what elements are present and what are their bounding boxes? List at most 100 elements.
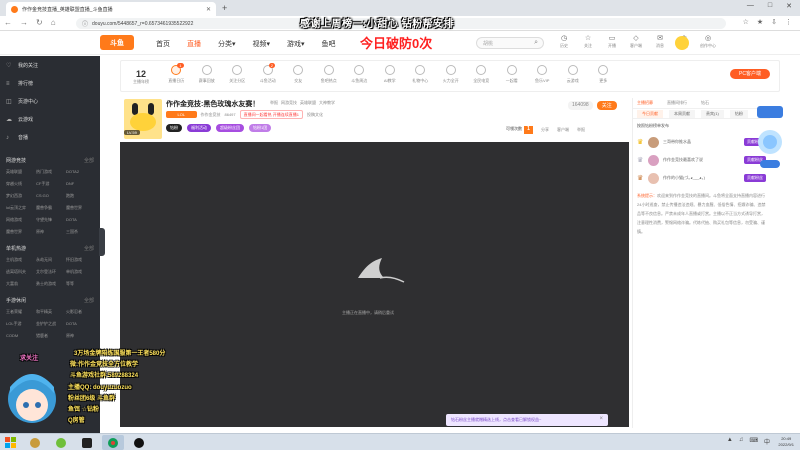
taskbar-app-2[interactable] [50, 435, 72, 450]
new-tab-button[interactable]: + [222, 3, 227, 13]
pc-client-button[interactable]: PC客户端 [730, 69, 770, 79]
sidebar-category-item[interactable]: DNF [66, 181, 94, 187]
ime-icon[interactable]: 中 [764, 437, 770, 446]
sidebar-category-item[interactable]: CF手游 [36, 181, 64, 187]
sidebar-category-item[interactable]: 原神 [66, 333, 94, 339]
windows-start-icon[interactable] [4, 436, 18, 449]
message-button[interactable]: ✉ 消息 [648, 35, 672, 49]
share-culture-link[interactable]: 投稿文化 [307, 112, 323, 118]
category-item[interactable]: AI教学 [375, 65, 406, 84]
search-input[interactable]: 胡桃 ⌕ [476, 37, 544, 49]
sidebar-collapse-handle[interactable] [99, 228, 105, 256]
rank-row[interactable]: ♛ 三哥带你推水晶 贡献粉丝 [633, 133, 770, 151]
nav-live[interactable]: 直播 [187, 39, 201, 49]
sidebar-item-music[interactable]: ♪ 音播 [6, 134, 94, 142]
rank-row[interactable]: ♛ 作作的小猫(づ｡◕‿‿◕｡) 贡献粉丝 [633, 169, 770, 187]
category-item[interactable]: 赛事回放 [192, 65, 223, 84]
extension-icon[interactable]: ★ [757, 18, 763, 26]
breadcrumb-item[interactable]: 大神教学 [319, 100, 335, 106]
broadcast-button[interactable]: ▭ 开播 [600, 35, 624, 49]
rank-user-name[interactable]: 作作金竞技最喜欢了说 [663, 157, 740, 163]
sidebar-category-item[interactable]: lol云顶之弈 [6, 205, 34, 211]
report-button[interactable]: 举报 [577, 127, 585, 133]
category-item[interactable]: 关注分区 [222, 65, 253, 84]
activity-tag[interactable]: 直播间一起看热 开播连续直播1 [239, 110, 303, 119]
tab-vip[interactable]: 贵宾(1) [701, 109, 724, 118]
avatar[interactable] [648, 154, 659, 166]
download-icon[interactable]: ⇩ [771, 18, 777, 26]
section-more-link[interactable]: 全部 [84, 245, 94, 252]
sidebar-category-item[interactable]: 三国杀 [66, 229, 94, 235]
reload-icon[interactable]: ↻ [36, 18, 43, 27]
client-button[interactable]: ◇ 客户端 [624, 35, 648, 49]
diamond-fan-tip[interactable]: 钻石粉丝主播就赠精选上线，点击查看已解锁权益~ × [446, 414, 608, 426]
close-icon[interactable]: × [599, 416, 603, 422]
sidebar-category-item[interactable]: CS:GO [36, 193, 64, 199]
sidebar-category-item[interactable]: 魔兽争霸 [36, 205, 64, 211]
nav-game[interactable]: 游戏▾ [287, 39, 305, 49]
sidebar-category-item[interactable]: 魔兽世界 [66, 205, 94, 211]
maximize-button[interactable]: □ [768, 2, 772, 10]
tab-diamond-fans[interactable]: 钻粉 [729, 109, 748, 118]
nav-yuba[interactable]: 鱼吧 [322, 39, 336, 49]
sidebar-category-item[interactable]: 魔兽世界 [6, 229, 34, 235]
menu-icon[interactable]: ⋮ [785, 18, 792, 26]
follow-button[interactable]: ☆ 关注 [576, 35, 600, 49]
avatar[interactable] [648, 136, 659, 148]
category-item[interactable]: 更多 [588, 65, 619, 84]
sidebar-category-item[interactable]: 猎鹿者 [36, 333, 64, 339]
sidebar-category-item[interactable]: 王者荣耀 [6, 309, 34, 315]
minimize-button[interactable]: — [747, 2, 754, 10]
creator-button[interactable]: ◎ 创作中心 [696, 35, 720, 49]
tab-room-rank[interactable]: 直播间排行 [667, 100, 687, 106]
follow-button[interactable]: 关注 [596, 101, 617, 110]
badge-super-fans[interactable]: 超级粉丝团 [216, 124, 244, 132]
category-item[interactable]: 斗鱼活动 2 [253, 63, 284, 84]
sidebar-category-item[interactable]: 守望先锋 [36, 217, 64, 223]
category-item[interactable]: 云游戏 [558, 65, 589, 84]
sidebar-category-item[interactable]: DOTA [66, 321, 94, 327]
section-more-link[interactable]: 全部 [84, 297, 94, 304]
badge-diamond-group[interactable]: 钻粉1团 [249, 124, 272, 132]
forward-icon[interactable]: → [20, 18, 28, 27]
contribute-button[interactable]: 贡献粉丝 [744, 174, 766, 182]
client-button[interactable]: 客户端 [557, 127, 569, 133]
report-link[interactable]: 举报 [270, 100, 278, 106]
breadcrumb-item[interactable]: 网游竞技 [281, 100, 297, 106]
sidebar-category-item[interactable]: CODM [6, 333, 34, 339]
sidebar-category-item[interactable]: 网络游戏 [6, 217, 34, 223]
close-tab-icon[interactable]: ✕ [206, 6, 211, 13]
tab-diamond[interactable]: 钻石 [701, 100, 709, 106]
sidebar-category-item[interactable]: 等等 [66, 281, 94, 287]
category-item[interactable]: 礼物中心 [405, 65, 436, 84]
sidebar-category-item[interactable]: 梦幻西游 [6, 193, 34, 199]
taskbar-app-obs[interactable] [128, 435, 150, 450]
nav-category[interactable]: 分类▾ [218, 39, 236, 49]
taskbar-app-3[interactable] [76, 435, 98, 450]
volume-icon[interactable]: ♫ [739, 437, 744, 446]
sidebar-category-item[interactable]: 英雄联盟 [6, 169, 34, 175]
sidebar-category-item[interactable]: 怀旧游戏 [66, 257, 94, 263]
streamer-name[interactable]: 作作金竞技 [201, 112, 221, 118]
category-item[interactable]: 直播日历 1 [161, 63, 192, 84]
taskbar-app-chrome[interactable] [102, 435, 124, 450]
sidebar-category-item[interactable]: 主机游戏 [6, 257, 34, 263]
event-badge-icon[interactable] [755, 102, 785, 172]
sidebar-category-item[interactable]: 和平精英 [36, 309, 64, 315]
share-button[interactable]: 分享 [541, 127, 549, 133]
tab-recruit[interactable]: 主播招募 [637, 100, 653, 106]
rank-user-name[interactable]: 三哥带你推水晶 [663, 139, 740, 145]
keyboard-icon[interactable]: ⌨ [749, 437, 758, 446]
search-icon[interactable]: ⌕ [534, 39, 538, 47]
site-info-icon[interactable]: ⓘ [82, 19, 88, 28]
sidebar-category-item[interactable]: 金铲铲之战 [36, 321, 64, 327]
category-item[interactable]: 鱼乐VIP [527, 65, 558, 84]
sidebar-category-item[interactable]: DOTA2 [66, 169, 94, 175]
tab-today[interactable]: 今日贡献 [637, 109, 663, 118]
douyu-logo[interactable]: 斗鱼 [100, 35, 134, 50]
avatar[interactable] [648, 172, 659, 184]
history-button[interactable]: ◷ 历史 [552, 35, 576, 49]
sidebar-category-item[interactable]: 跑跑 [66, 193, 94, 199]
url-text[interactable]: douyu.com/5448657_r=0.6573461935522922 [92, 21, 193, 27]
annual-rank-entry[interactable]: 12 主播年榜 [133, 69, 149, 85]
